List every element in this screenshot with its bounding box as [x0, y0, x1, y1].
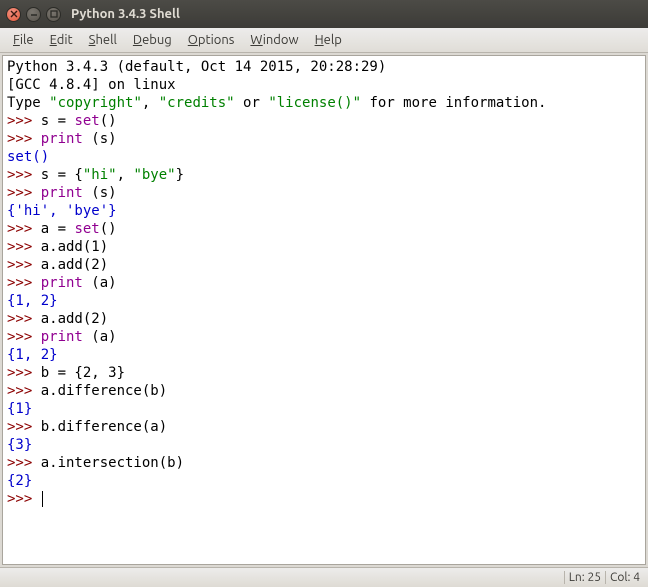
prompt: >>> — [7, 113, 41, 129]
prompt: >>> — [7, 167, 41, 183]
output: {1} — [7, 401, 32, 417]
menubar: File Edit Shell Debug Options Window Hel… — [0, 28, 648, 53]
prompt: >>> — [7, 455, 41, 471]
output: {'hi', 'bye'} — [7, 203, 117, 219]
prompt: >>> — [7, 221, 41, 237]
menu-window[interactable]: Window — [243, 31, 305, 49]
close-icon[interactable] — [6, 7, 21, 22]
prompt: >>> — [7, 185, 41, 201]
text-cursor — [42, 491, 43, 507]
prompt: >>> — [7, 257, 41, 273]
menu-file[interactable]: File — [6, 31, 41, 49]
menu-edit[interactable]: Edit — [43, 31, 80, 49]
prompt: >>> — [7, 275, 41, 291]
menu-options[interactable]: Options — [181, 31, 242, 49]
prompt: >>> — [7, 419, 41, 435]
output: set() — [7, 149, 49, 165]
statusbar: Ln: 25 Col: 4 — [0, 567, 648, 587]
prompt: >>> — [7, 365, 41, 381]
menu-help[interactable]: Help — [308, 31, 349, 49]
minimize-icon[interactable] — [26, 7, 41, 22]
status-line: Ln: 25 — [564, 571, 605, 584]
menu-debug[interactable]: Debug — [126, 31, 179, 49]
window-title: Python 3.4.3 Shell — [71, 7, 180, 21]
output: {1, 2} — [7, 347, 58, 363]
prompt: >>> — [7, 491, 41, 507]
output: {3} — [7, 437, 32, 453]
window-controls — [6, 7, 61, 22]
maximize-icon[interactable] — [46, 7, 61, 22]
menu-shell[interactable]: Shell — [82, 31, 124, 49]
banner-line: Python 3.4.3 (default, Oct 14 2015, 20:2… — [7, 59, 386, 75]
python-shell[interactable]: Python 3.4.3 (default, Oct 14 2015, 20:2… — [2, 55, 646, 565]
banner-line: Type "copyright", "credits" or "license(… — [7, 95, 546, 111]
prompt: >>> — [7, 311, 41, 327]
status-col: Col: 4 — [605, 571, 644, 584]
prompt: >>> — [7, 329, 41, 345]
output: {2} — [7, 473, 32, 489]
prompt: >>> — [7, 239, 41, 255]
prompt: >>> — [7, 383, 41, 399]
output: {1, 2} — [7, 293, 58, 309]
console-container: Python 3.4.3 (default, Oct 14 2015, 20:2… — [0, 53, 648, 567]
prompt: >>> — [7, 131, 41, 147]
banner-line: [GCC 4.8.4] on linux — [7, 77, 176, 93]
window-titlebar: Python 3.4.3 Shell — [0, 0, 648, 28]
